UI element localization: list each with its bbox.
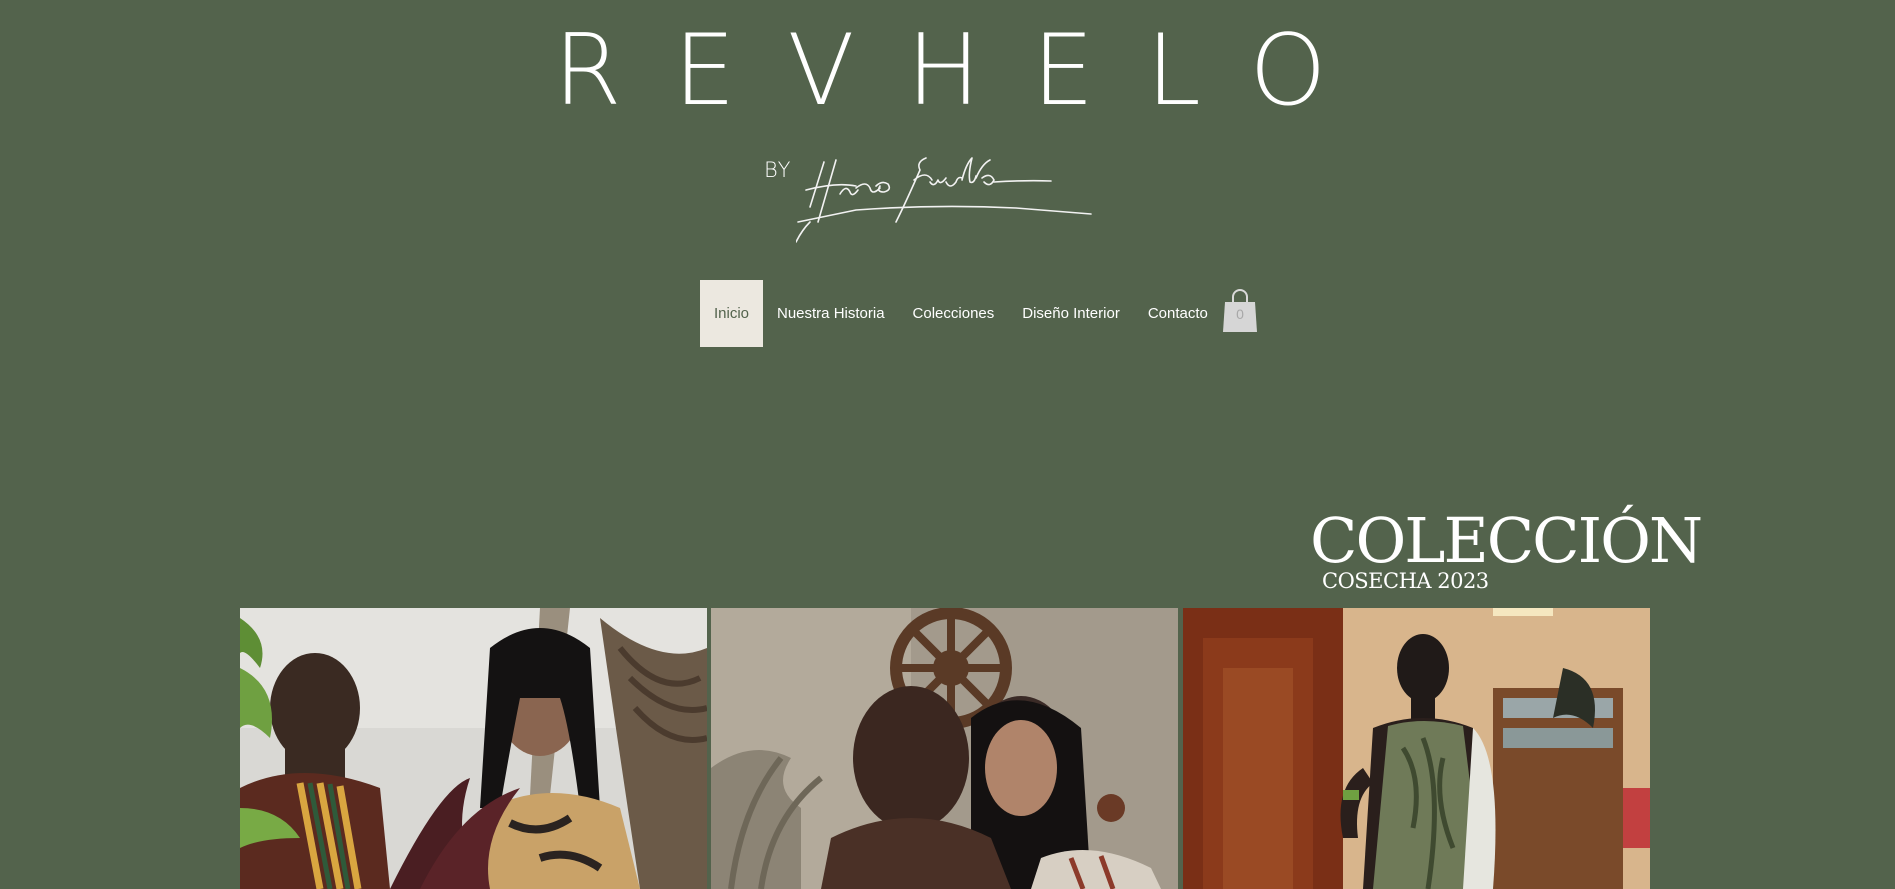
nav-item-nuestra-historia[interactable]: Nuestra Historia xyxy=(763,280,899,347)
nav-item-colecciones[interactable]: Colecciones xyxy=(899,280,1009,347)
collection-subtitle: COSECHA 2023 xyxy=(1322,569,1489,593)
gallery-photo-3[interactable] xyxy=(1183,608,1650,889)
nav-item-contacto[interactable]: Contacto xyxy=(1134,280,1222,347)
gallery-photo-2[interactable] xyxy=(711,608,1178,889)
collection-title: COLECCIÓN xyxy=(1310,504,1703,577)
cart-count: 0 xyxy=(1236,306,1244,322)
signature-logo xyxy=(796,157,1092,243)
photo-couple-ship-wheel-icon xyxy=(711,608,1178,889)
gallery-photo-1[interactable] xyxy=(240,608,707,889)
nav-item-diseno-interior[interactable]: Diseño Interior xyxy=(1008,280,1134,347)
by-label: BY xyxy=(764,158,792,182)
main-nav: Inicio Nuestra Historia Colecciones Dise… xyxy=(700,280,1222,347)
cart-button[interactable]: 0 xyxy=(1222,288,1258,334)
photo-two-models-plants-icon xyxy=(240,608,707,889)
brand-title[interactable]: REVHELO xyxy=(0,22,1895,120)
photo-model-silk-dress-icon xyxy=(1183,608,1650,889)
nav-item-inicio[interactable]: Inicio xyxy=(700,280,763,347)
